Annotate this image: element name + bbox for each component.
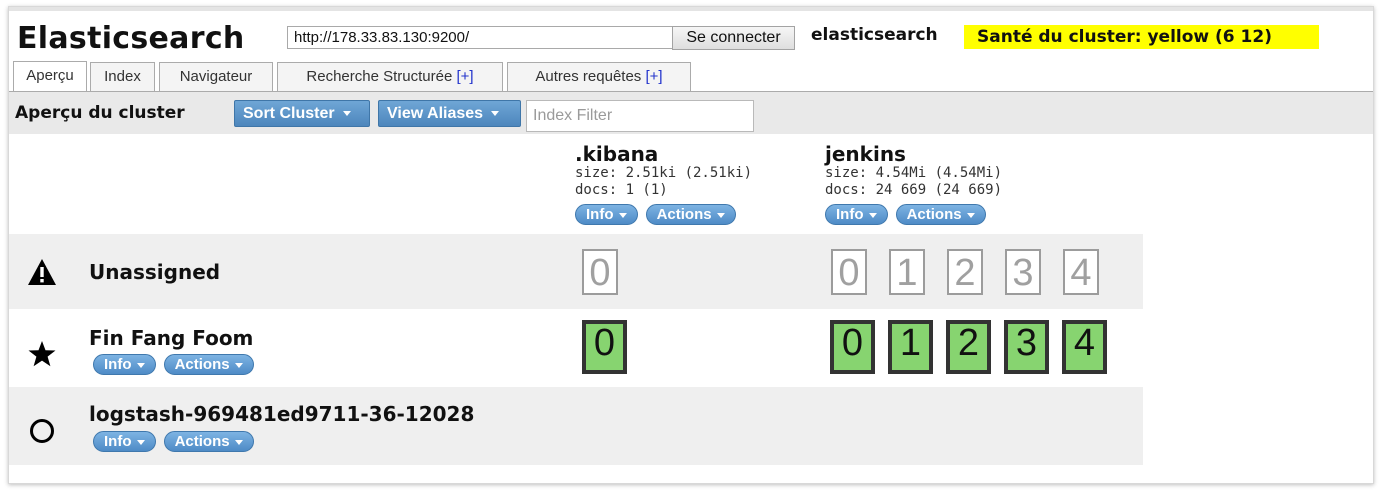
index-actions-button[interactable]: Actions [895,204,986,225]
node-buttons: Info Actions [93,354,257,375]
index-docs: docs: 1 (1) [575,182,668,198]
chevron-down-icon [234,439,243,445]
connect-button[interactable]: Se connecter [672,26,795,50]
chevron-down-icon [618,212,627,218]
warning-icon [27,258,57,288]
shard-unassigned[interactable]: 2 [947,249,983,295]
node-name: Fin Fang Foom [89,326,254,350]
star-icon [27,339,57,369]
app-window: Elasticsearch Se connecter elasticsearch… [8,6,1374,484]
button-label: Info [104,433,132,450]
tab-label: Navigateur [179,68,253,85]
tab-expand-link[interactable]: [+] [645,68,662,85]
shard-started[interactable]: 1 [888,320,933,374]
button-label: Info [836,206,864,223]
shard-unassigned[interactable]: 0 [831,249,867,295]
tab-index[interactable]: Index [90,62,155,91]
shard-unassigned[interactable]: 3 [1005,249,1041,295]
shard-unassigned[interactable]: 4 [1063,249,1099,295]
button-label: Actions [174,433,230,450]
tab-bar: Aperçu Index Navigateur Recherche Struct… [9,59,1373,92]
shard-started[interactable]: 0 [830,320,875,374]
tab-recherche-structuree[interactable]: Recherche Structurée [+] [277,62,503,91]
tab-label: Autres requêtes [535,68,642,85]
index-header-jenkins: jenkins size: 4.54Mi (4.54Mi) docs: 24 6… [825,143,1002,225]
node-info-button[interactable]: Info [93,354,156,375]
tab-expand-link[interactable]: [+] [456,68,473,85]
tab-label: Index [104,68,141,85]
button-label: Sort Cluster [243,105,335,122]
circle-icon [27,417,57,447]
shard-started[interactable]: 3 [1004,320,1049,374]
shard-started[interactable]: 2 [946,320,991,374]
chevron-down-icon [342,111,351,117]
chevron-down-icon [136,362,145,368]
index-info-button[interactable]: Info [825,204,888,225]
app-title: Elasticsearch [17,21,245,56]
shard-started[interactable]: 4 [1062,320,1107,374]
index-size: size: 4.54Mi (4.54Mi) [825,165,1003,181]
node-info-button[interactable]: Info [93,431,156,452]
node-name: Unassigned [89,260,221,284]
node-row-logstash: logstash-969481ed9711-36-12028 Info Acti… [9,387,1143,465]
tab-navigateur[interactable]: Navigateur [159,62,273,91]
index-actions-button[interactable]: Actions [645,204,736,225]
button-label: Info [586,206,614,223]
node-row-unassigned: Unassigned 0 0 1 2 3 4 [9,234,1143,309]
index-name: jenkins [825,142,906,166]
top-border [9,7,1373,11]
button-label: Actions [906,206,962,223]
index-header-kibana: .kibana size: 2.51ki (2.51ki) docs: 1 (1… [575,143,752,225]
node-actions-button[interactable]: Actions [163,431,254,452]
url-input[interactable] [287,26,679,49]
index-info-button[interactable]: Info [575,204,638,225]
chevron-down-icon [868,212,877,218]
shard-unassigned[interactable]: 1 [889,249,925,295]
shard-unassigned[interactable]: 0 [582,249,618,295]
node-buttons: Info Actions [93,431,257,452]
index-name: .kibana [575,142,659,166]
node-actions-button[interactable]: Actions [163,354,254,375]
cluster-toolbar: Aperçu du cluster Sort Cluster View Alia… [9,92,1373,134]
tab-apercu[interactable]: Aperçu [13,61,87,91]
sort-cluster-button[interactable]: Sort Cluster [234,100,370,127]
view-aliases-button[interactable]: View Aliases [378,100,521,127]
cluster-name: elasticsearch [811,25,938,45]
tab-label: Aperçu [26,67,74,84]
node-name: logstash-969481ed9711-36-12028 [89,402,475,426]
shard-started[interactable]: 0 [582,320,627,374]
toolbar-title: Aperçu du cluster [15,103,185,123]
cluster-health-badge: Santé du cluster: yellow (6 12) [964,25,1319,49]
chevron-down-icon [234,362,243,368]
button-label: Actions [656,206,712,223]
tab-autres-requetes[interactable]: Autres requêtes [+] [507,62,691,91]
index-filter-input[interactable] [526,100,754,132]
index-docs: docs: 24 669 (24 669) [825,182,1003,198]
button-label: View Aliases [387,105,484,122]
button-label: Info [104,356,132,373]
index-size: size: 2.51ki (2.51ki) [575,165,753,181]
chevron-down-icon [716,212,725,218]
node-row-fin-fang-foom: Fin Fang Foom Info Actions 0 0 1 2 3 4 [9,309,1143,387]
chevron-down-icon [491,111,500,117]
chevron-down-icon [966,212,975,218]
button-label: Actions [174,356,230,373]
chevron-down-icon [136,439,145,445]
tab-label: Recherche Structurée [306,68,453,85]
